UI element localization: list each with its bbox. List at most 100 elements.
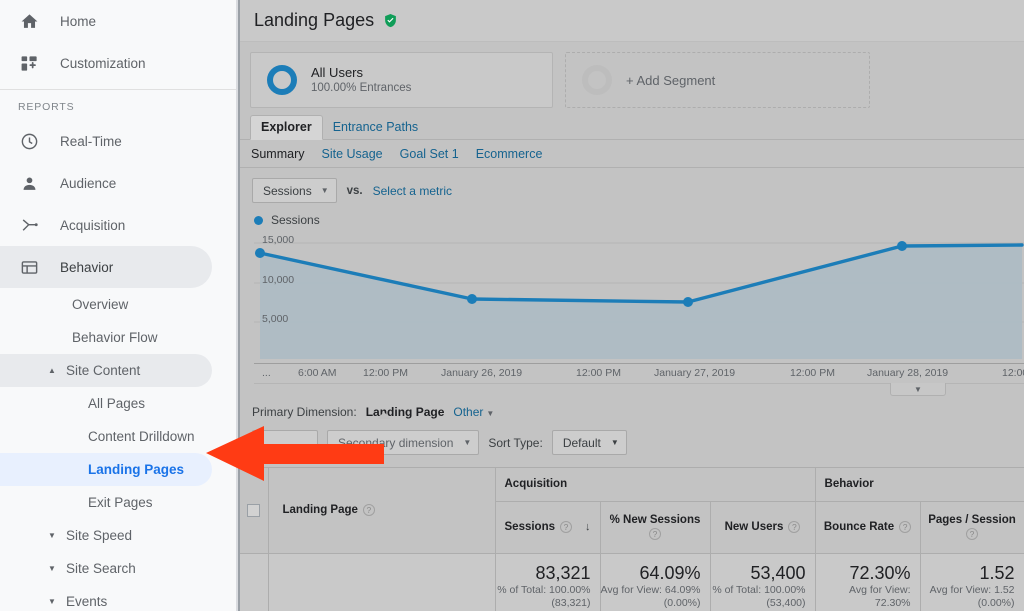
sidebar-item-site-content[interactable]: ▲ Site Content bbox=[0, 354, 212, 387]
add-segment-button[interactable]: + Add Segment bbox=[565, 52, 870, 108]
primary-dimension-label: Primary Dimension: bbox=[252, 405, 357, 419]
sort-type-select[interactable]: Default ▼ bbox=[552, 430, 627, 455]
column-header-new-users[interactable]: New Users ? bbox=[710, 501, 815, 553]
chart-legend: Sessions bbox=[240, 207, 1024, 227]
behavior-icon bbox=[18, 256, 40, 278]
x-tick-label: ... bbox=[262, 367, 271, 379]
sidebar-item-events[interactable]: ▼ Events bbox=[0, 585, 240, 611]
subtab-goal-set-1[interactable]: Goal Set 1 bbox=[400, 147, 459, 161]
sidebar-item-label: Acquisition bbox=[60, 218, 125, 233]
segment-name: All Users bbox=[311, 65, 411, 81]
sidebar-item-acquisition[interactable]: Acquisition bbox=[0, 204, 240, 246]
help-icon[interactable]: ? bbox=[363, 504, 375, 516]
x-tick-label: January 27, 2019 bbox=[654, 367, 735, 379]
person-icon bbox=[18, 172, 40, 194]
chevron-down-icon: ▼ bbox=[46, 596, 58, 608]
chart-x-axis: ... 6:00 AM 12:00 PM January 26, 2019 12… bbox=[254, 363, 1024, 383]
totals-sub2: (0.00%) bbox=[921, 597, 1015, 610]
sidebar-item-site-search[interactable]: ▼ Site Search bbox=[0, 552, 240, 585]
select-all-checkbox[interactable] bbox=[247, 504, 260, 517]
column-label: Pages / Session bbox=[928, 514, 1016, 526]
sidebar-item-all-pages[interactable]: All Pages bbox=[0, 387, 240, 420]
add-segment-donut-icon bbox=[582, 65, 612, 95]
column-label: % New Sessions bbox=[610, 514, 701, 526]
sidebar-item-label: Audience bbox=[60, 176, 116, 191]
sidebar-subitem-label: Content Drilldown bbox=[88, 429, 195, 444]
totals-checkbox-cell bbox=[240, 553, 268, 611]
select-a-metric-link[interactable]: Select a metric bbox=[373, 184, 452, 198]
sidebar-item-label: Customization bbox=[60, 56, 146, 71]
secondary-tabs: Summary Site Usage Goal Set 1 Ecommerce bbox=[240, 140, 1024, 168]
main-content: Landing Pages All Users 100.00% Entrance… bbox=[240, 0, 1024, 611]
column-label: Bounce Rate bbox=[824, 521, 894, 533]
chevron-down-icon: ▼ bbox=[46, 530, 58, 542]
x-tick-label: 6:00 AM bbox=[298, 367, 337, 379]
sort-descending-icon[interactable]: ↓ bbox=[585, 521, 591, 533]
annotation-arrow-svg bbox=[206, 424, 386, 484]
column-label: Landing Page bbox=[283, 504, 358, 516]
sessions-line-chart[interactable]: 15,000 10,000 5,000 bbox=[254, 233, 1024, 363]
column-header-pages-per-session[interactable]: Pages / Session ? bbox=[920, 501, 1024, 553]
annotation-arrow bbox=[206, 424, 386, 489]
sort-type-label: Sort Type: bbox=[488, 436, 542, 450]
totals-sub1: Avg for View: 72.30% bbox=[816, 584, 911, 610]
totals-sub2: (53,400) bbox=[711, 597, 806, 610]
column-label: New Users bbox=[725, 521, 784, 533]
sidebar-item-behavior-flow[interactable]: Behavior Flow bbox=[0, 321, 240, 354]
legend-dot-icon bbox=[254, 216, 263, 225]
sidebar-subitem-label: All Pages bbox=[88, 396, 145, 411]
sidebar-subitem-label: Behavior Flow bbox=[72, 330, 158, 345]
sidebar-item-home[interactable]: Home bbox=[0, 0, 240, 42]
sidebar-item-real-time[interactable]: Real-Time bbox=[0, 120, 240, 162]
x-tick-label: January 28, 2019 bbox=[867, 367, 948, 379]
subtab-summary[interactable]: Summary bbox=[251, 147, 304, 161]
column-header-new-sessions-pct[interactable]: % New Sessions ? bbox=[600, 501, 710, 553]
customization-icon bbox=[18, 52, 40, 74]
help-icon[interactable]: ? bbox=[788, 521, 800, 533]
metric-select-value: Sessions bbox=[263, 184, 312, 198]
chevron-down-icon: ▼ bbox=[463, 438, 471, 447]
sidebar-item-customization[interactable]: Customization bbox=[0, 42, 240, 84]
chart-bottom-rule: ▼ bbox=[254, 383, 1024, 396]
primary-dimension-row: Primary Dimension: Landing Page Other▼ bbox=[240, 396, 1024, 419]
segments-row: All Users 100.00% Entrances + Add Segmen… bbox=[240, 42, 1024, 114]
sidebar-item-landing-pages[interactable]: Landing Pages bbox=[0, 453, 212, 486]
sidebar-item-content-drilldown[interactable]: Content Drilldown bbox=[0, 420, 240, 453]
sidebar-item-behavior[interactable]: Behavior bbox=[0, 246, 212, 288]
tab-explorer[interactable]: Explorer bbox=[250, 115, 323, 140]
primary-dimension-other[interactable]: Other▼ bbox=[453, 405, 494, 419]
sidebar-subitem-label: Overview bbox=[72, 297, 128, 312]
sidebar-item-audience[interactable]: Audience bbox=[0, 162, 240, 204]
add-segment-label: + Add Segment bbox=[626, 73, 715, 88]
metric-select[interactable]: Sessions ▼ bbox=[252, 178, 337, 203]
chevron-up-icon: ▲ bbox=[46, 365, 58, 377]
sidebar-subitem-label: Site Content bbox=[66, 363, 140, 378]
totals-value: 72.30% bbox=[816, 562, 911, 584]
help-icon[interactable]: ? bbox=[966, 528, 978, 540]
totals-value: 64.09% bbox=[601, 562, 701, 584]
y-tick-label: 5,000 bbox=[262, 313, 288, 325]
column-header-bounce-rate[interactable]: Bounce Rate ? bbox=[815, 501, 920, 553]
sidebar-subitem-label: Landing Pages bbox=[88, 462, 184, 477]
totals-sub1: % of Total: 100.00% bbox=[496, 584, 591, 597]
tab-entrance-paths[interactable]: Entrance Paths bbox=[323, 116, 428, 139]
collapse-chart-button[interactable]: ▼ bbox=[890, 383, 946, 396]
help-icon[interactable]: ? bbox=[899, 521, 911, 533]
sidebar-item-exit-pages[interactable]: Exit Pages bbox=[0, 486, 240, 519]
column-label: Sessions bbox=[505, 521, 556, 533]
help-icon[interactable]: ? bbox=[649, 528, 661, 540]
segment-card-all-users[interactable]: All Users 100.00% Entrances bbox=[250, 52, 553, 108]
clock-icon bbox=[18, 130, 40, 152]
sidebar-item-overview[interactable]: Overview bbox=[0, 288, 240, 321]
totals-bounce-rate-cell: 72.30% Avg for View: 72.30% (0.00%) bbox=[815, 553, 920, 611]
chevron-down-icon: ▼ bbox=[46, 563, 58, 575]
column-header-sessions[interactable]: Sessions ? ↓ bbox=[495, 501, 600, 553]
sidebar-item-site-speed[interactable]: ▼ Site Speed bbox=[0, 519, 240, 552]
subtab-ecommerce[interactable]: Ecommerce bbox=[476, 147, 543, 161]
sidebar-subitem-label: Exit Pages bbox=[88, 495, 153, 510]
other-label: Other bbox=[453, 405, 483, 419]
help-icon[interactable]: ? bbox=[560, 521, 572, 533]
subtab-site-usage[interactable]: Site Usage bbox=[321, 147, 382, 161]
chart-svg bbox=[254, 233, 1024, 359]
totals-sub1: Avg for View: 64.09% bbox=[601, 584, 701, 597]
